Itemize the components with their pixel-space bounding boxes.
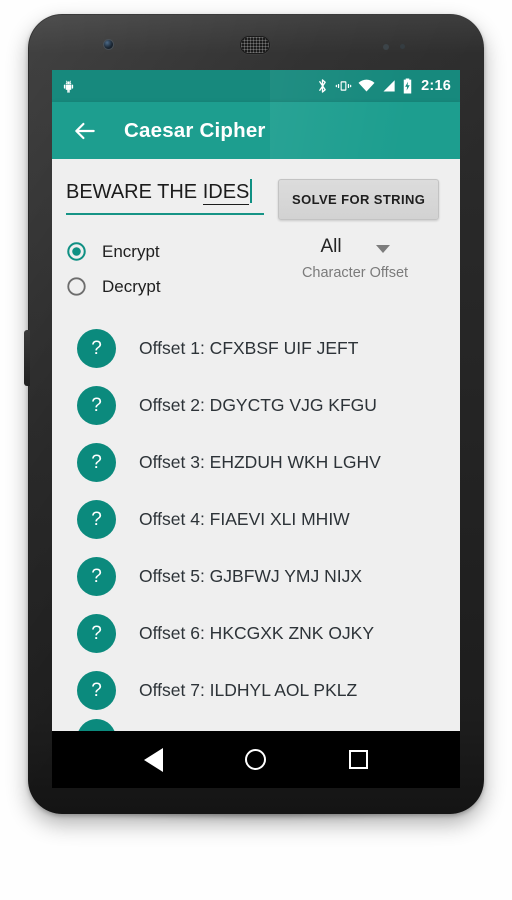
list-item[interactable]: ? Offset 7: ILDHYL AOL PKLZ [52, 662, 460, 719]
front-camera-icon [104, 40, 113, 49]
list-item[interactable]: ? Offset 6: HKCGXK ZNK OJKY [52, 605, 460, 662]
question-mark-icon: ? [77, 500, 116, 539]
back-arrow-icon[interactable] [72, 118, 98, 144]
spinner-label: Character Offset [301, 265, 409, 281]
battery-charging-icon [403, 78, 412, 94]
list-item-label: Offset 5: GJBFWJ YMJ NIJX [139, 566, 363, 586]
radio-decrypt-label: Decrypt [102, 276, 161, 296]
list-item-label: Offset 6: HKCGXK ZNK OJKY [139, 623, 375, 643]
nav-home-button[interactable] [241, 745, 271, 775]
bluetooth-icon [319, 79, 327, 93]
question-mark-icon: ? [77, 614, 116, 653]
question-mark-icon: ? [77, 329, 116, 368]
cipher-text-input[interactable]: BEWARE THE IDES [66, 177, 264, 215]
list-item[interactable]: ? Offset 3: EHZDUH WKH LGHV [52, 434, 460, 491]
back-triangle-icon [143, 747, 163, 772]
nav-back-button[interactable] [138, 745, 168, 775]
phone-screen: 2:16 Caesar Cipher BEWARE THE IDES SOLVE… [52, 70, 460, 788]
input-underline [66, 213, 264, 215]
phone-side-button[interactable] [24, 330, 30, 386]
status-bar-clock: 2:16 [421, 78, 451, 94]
status-bar: 2:16 [52, 70, 460, 102]
input-row: BEWARE THE IDES SOLVE FOR STRING [66, 177, 446, 220]
radio-selected-icon [67, 242, 86, 261]
cipher-text-value: BEWARE THE IDES [66, 179, 253, 205]
radio-unselected-icon [67, 277, 86, 296]
list-item-label: Offset 4: FIAEVI XLI MHIW [139, 509, 350, 529]
list-item-label: Offset 2: DGYCTG VJG KFGU [139, 395, 377, 415]
page-title: Caesar Cipher [124, 118, 266, 142]
light-sensor-icon [400, 44, 405, 49]
nav-recents-button[interactable] [344, 745, 374, 775]
android-robot-icon [63, 80, 74, 93]
list-item-label: Offset 7: ILDHYL AOL PKLZ [139, 680, 358, 700]
app-bar: Caesar Cipher [52, 102, 460, 159]
question-mark-icon: ? [77, 557, 116, 596]
text-cursor [250, 179, 253, 203]
question-mark-icon: ? [77, 671, 116, 710]
chevron-down-icon[interactable] [375, 244, 390, 253]
input-text-plain: BEWARE THE [66, 181, 203, 203]
proximity-sensor-icon [383, 44, 389, 50]
controls-panel: BEWARE THE IDES SOLVE FOR STRING Encrypt [52, 159, 460, 304]
status-bar-system-icons: 2:16 [316, 78, 451, 94]
screenshot-stage: 2:16 Caesar Cipher BEWARE THE IDES SOLVE… [0, 0, 512, 900]
list-item[interactable]: ? Offset 1: CFXBSF UIF JEFT [52, 320, 460, 377]
list-item[interactable]: ? Offset 5: GJBFWJ YMJ NIJX [52, 548, 460, 605]
recents-square-icon [349, 750, 369, 769]
radio-encrypt-label: Encrypt [102, 241, 160, 261]
status-bar-notifications [61, 79, 76, 94]
list-item[interactable]: ? Offset 2: DGYCTG VJG KFGU [52, 377, 460, 434]
list-item-label: Offset 3: EHZDUH WKH LGHV [139, 452, 381, 472]
radio-encrypt[interactable]: Encrypt [66, 234, 264, 269]
content-area: BEWARE THE IDES SOLVE FOR STRING Encrypt [52, 159, 460, 788]
home-circle-icon [245, 749, 267, 770]
mode-radio-group: Encrypt Decrypt [66, 234, 264, 304]
results-list: ? Offset 1: CFXBSF UIF JEFT ? Offset 2: … [52, 320, 460, 741]
input-text-misspelled: IDES [202, 181, 250, 205]
radio-decrypt[interactable]: Decrypt [66, 269, 264, 304]
question-mark-icon: ? [77, 443, 116, 482]
wifi-icon [358, 79, 375, 92]
spinner-selected-value: All [320, 236, 342, 257]
list-item-label: Offset 1: CFXBSF UIF JEFT [139, 338, 359, 358]
cellular-signal-icon [383, 80, 395, 92]
character-offset-spinner[interactable]: All Character Offset [264, 234, 446, 281]
earpiece-speaker [239, 35, 271, 55]
solve-for-string-button[interactable]: SOLVE FOR STRING [278, 179, 440, 220]
mode-and-offset-row: Encrypt Decrypt All Character Offset [66, 234, 446, 304]
question-mark-icon: ? [77, 386, 116, 425]
android-navigation-bar [52, 731, 460, 788]
spinner-value-row[interactable]: All [264, 236, 446, 258]
vibrate-icon [335, 81, 352, 91]
list-item[interactable]: ? Offset 4: FIAEVI XLI MHIW [52, 491, 460, 548]
